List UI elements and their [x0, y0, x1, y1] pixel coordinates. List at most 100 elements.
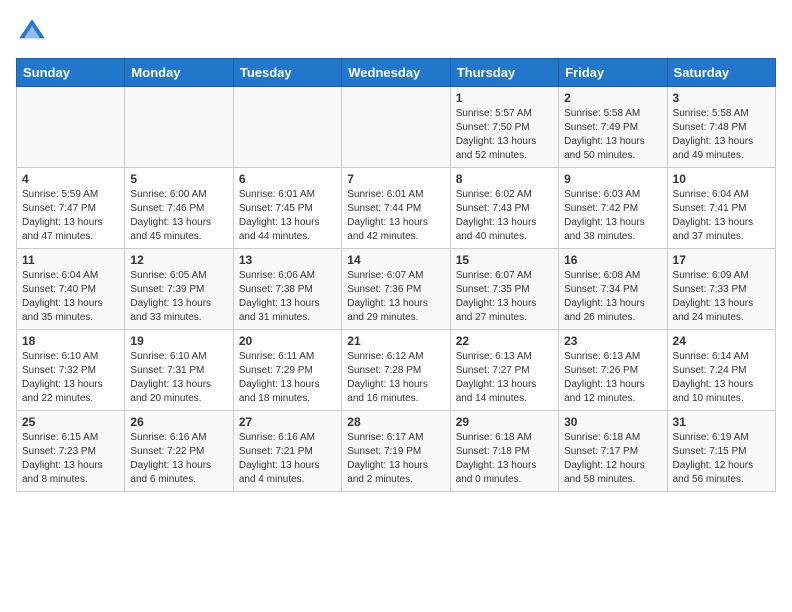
- day-info: Sunrise: 6:17 AM Sunset: 7:19 PM Dayligh…: [347, 431, 444, 487]
- day-info: Sunrise: 6:19 AM Sunset: 7:15 PM Dayligh…: [673, 431, 770, 487]
- day-info: Sunrise: 5:58 AM Sunset: 7:48 PM Dayligh…: [673, 107, 770, 163]
- calendar-cell: 9 Sunrise: 6:03 AM Sunset: 7:42 PM Daylig…: [559, 168, 667, 249]
- week-row-4: 18 Sunrise: 6:10 AM Sunset: 7:32 PM Dayli…: [17, 330, 776, 411]
- day-info: Sunrise: 6:18 AM Sunset: 7:18 PM Dayligh…: [456, 431, 553, 487]
- day-info: Sunrise: 6:13 AM Sunset: 7:27 PM Dayligh…: [456, 350, 553, 406]
- page-header: [16, 16, 776, 48]
- day-number: 28: [347, 415, 444, 429]
- day-info: Sunrise: 6:08 AM Sunset: 7:34 PM Dayligh…: [564, 269, 661, 325]
- day-info: Sunrise: 6:03 AM Sunset: 7:42 PM Dayligh…: [564, 188, 661, 244]
- day-number: 11: [22, 253, 119, 267]
- day-number: 27: [239, 415, 336, 429]
- calendar-cell: 28 Sunrise: 6:17 AM Sunset: 7:19 PM Dayli…: [342, 411, 450, 492]
- calendar-cell: 24 Sunrise: 6:14 AM Sunset: 7:24 PM Dayli…: [667, 330, 775, 411]
- calendar-cell: [125, 87, 233, 168]
- day-info: Sunrise: 6:16 AM Sunset: 7:21 PM Dayligh…: [239, 431, 336, 487]
- day-info: Sunrise: 5:59 AM Sunset: 7:47 PM Dayligh…: [22, 188, 119, 244]
- day-number: 20: [239, 334, 336, 348]
- calendar-cell: 18 Sunrise: 6:10 AM Sunset: 7:32 PM Dayli…: [17, 330, 125, 411]
- calendar-cell: 31 Sunrise: 6:19 AM Sunset: 7:15 PM Dayli…: [667, 411, 775, 492]
- calendar-cell: 7Sunrise: 6:01 AM Sunset: 7:44 PM Daylig…: [342, 168, 450, 249]
- day-info: Sunrise: 6:00 AM Sunset: 7:46 PM Dayligh…: [130, 188, 227, 244]
- header-row: SundayMondayTuesdayWednesdayThursdayFrid…: [17, 59, 776, 87]
- calendar-cell: 15Sunrise: 6:07 AM Sunset: 7:35 PM Dayli…: [450, 249, 558, 330]
- week-row-5: 25 Sunrise: 6:15 AM Sunset: 7:23 PM Dayli…: [17, 411, 776, 492]
- day-number: 25: [22, 415, 119, 429]
- calendar-cell: 27 Sunrise: 6:16 AM Sunset: 7:21 PM Dayli…: [233, 411, 341, 492]
- calendar-cell: 12Sunrise: 6:05 AM Sunset: 7:39 PM Dayli…: [125, 249, 233, 330]
- day-number: 12: [130, 253, 227, 267]
- calendar-cell: 1 Sunrise: 5:57 AM Sunset: 7:50 PM Daylig…: [450, 87, 558, 168]
- day-number: 9: [564, 172, 661, 186]
- column-header-monday: Monday: [125, 59, 233, 87]
- column-header-tuesday: Tuesday: [233, 59, 341, 87]
- day-number: 22: [456, 334, 553, 348]
- calendar-cell: 2 Sunrise: 5:58 AM Sunset: 7:49 PM Daylig…: [559, 87, 667, 168]
- day-number: 24: [673, 334, 770, 348]
- calendar-cell: 8Sunrise: 6:02 AM Sunset: 7:43 PM Daylig…: [450, 168, 558, 249]
- day-number: 14: [347, 253, 444, 267]
- day-info: Sunrise: 6:18 AM Sunset: 7:17 PM Dayligh…: [564, 431, 661, 487]
- day-info: Sunrise: 6:01 AM Sunset: 7:44 PM Dayligh…: [347, 188, 444, 244]
- day-number: 19: [130, 334, 227, 348]
- day-info: Sunrise: 6:16 AM Sunset: 7:22 PM Dayligh…: [130, 431, 227, 487]
- calendar-cell: 30 Sunrise: 6:18 AM Sunset: 7:17 PM Dayli…: [559, 411, 667, 492]
- calendar-cell: [17, 87, 125, 168]
- day-number: 31: [673, 415, 770, 429]
- day-number: 16: [564, 253, 661, 267]
- logo-icon: [16, 16, 48, 48]
- day-info: Sunrise: 6:04 AM Sunset: 7:40 PM Dayligh…: [22, 269, 119, 325]
- calendar-cell: 26 Sunrise: 6:16 AM Sunset: 7:22 PM Dayli…: [125, 411, 233, 492]
- week-row-1: 1 Sunrise: 5:57 AM Sunset: 7:50 PM Daylig…: [17, 87, 776, 168]
- day-info: Sunrise: 6:14 AM Sunset: 7:24 PM Dayligh…: [673, 350, 770, 406]
- day-info: Sunrise: 6:07 AM Sunset: 7:35 PM Dayligh…: [456, 269, 553, 325]
- day-number: 8: [456, 172, 553, 186]
- calendar-cell: 19 Sunrise: 6:10 AM Sunset: 7:31 PM Dayli…: [125, 330, 233, 411]
- day-number: 10: [673, 172, 770, 186]
- day-number: 1: [456, 91, 553, 105]
- calendar-cell: 25 Sunrise: 6:15 AM Sunset: 7:23 PM Dayli…: [17, 411, 125, 492]
- column-header-saturday: Saturday: [667, 59, 775, 87]
- calendar-cell: 23 Sunrise: 6:13 AM Sunset: 7:26 PM Dayli…: [559, 330, 667, 411]
- day-info: Sunrise: 6:10 AM Sunset: 7:32 PM Dayligh…: [22, 350, 119, 406]
- day-number: 13: [239, 253, 336, 267]
- day-number: 2: [564, 91, 661, 105]
- day-number: 30: [564, 415, 661, 429]
- column-header-thursday: Thursday: [450, 59, 558, 87]
- day-info: Sunrise: 6:01 AM Sunset: 7:45 PM Dayligh…: [239, 188, 336, 244]
- logo: [16, 16, 52, 48]
- day-number: 26: [130, 415, 227, 429]
- calendar-cell: 20 Sunrise: 6:11 AM Sunset: 7:29 PM Dayli…: [233, 330, 341, 411]
- calendar-cell: 17Sunrise: 6:09 AM Sunset: 7:33 PM Dayli…: [667, 249, 775, 330]
- day-number: 18: [22, 334, 119, 348]
- calendar-cell: 22 Sunrise: 6:13 AM Sunset: 7:27 PM Dayli…: [450, 330, 558, 411]
- calendar-cell: 29Sunrise: 6:18 AM Sunset: 7:18 PM Dayli…: [450, 411, 558, 492]
- day-number: 17: [673, 253, 770, 267]
- calendar-cell: 14 Sunrise: 6:07 AM Sunset: 7:36 PM Dayli…: [342, 249, 450, 330]
- day-number: 4: [22, 172, 119, 186]
- calendar-cell: [233, 87, 341, 168]
- day-info: Sunrise: 6:15 AM Sunset: 7:23 PM Dayligh…: [22, 431, 119, 487]
- calendar-table: SundayMondayTuesdayWednesdayThursdayFrid…: [16, 58, 776, 492]
- day-info: Sunrise: 5:57 AM Sunset: 7:50 PM Dayligh…: [456, 107, 553, 163]
- day-number: 3: [673, 91, 770, 105]
- day-info: Sunrise: 5:58 AM Sunset: 7:49 PM Dayligh…: [564, 107, 661, 163]
- day-info: Sunrise: 6:10 AM Sunset: 7:31 PM Dayligh…: [130, 350, 227, 406]
- calendar-cell: 4 Sunrise: 5:59 AM Sunset: 7:47 PM Daylig…: [17, 168, 125, 249]
- day-info: Sunrise: 6:07 AM Sunset: 7:36 PM Dayligh…: [347, 269, 444, 325]
- calendar-cell: 13Sunrise: 6:06 AM Sunset: 7:38 PM Dayli…: [233, 249, 341, 330]
- day-number: 21: [347, 334, 444, 348]
- calendar-cell: 21Sunrise: 6:12 AM Sunset: 7:28 PM Dayli…: [342, 330, 450, 411]
- column-header-sunday: Sunday: [17, 59, 125, 87]
- week-row-3: 11 Sunrise: 6:04 AM Sunset: 7:40 PM Dayli…: [17, 249, 776, 330]
- day-info: Sunrise: 6:11 AM Sunset: 7:29 PM Dayligh…: [239, 350, 336, 406]
- day-number: 5: [130, 172, 227, 186]
- day-info: Sunrise: 6:13 AM Sunset: 7:26 PM Dayligh…: [564, 350, 661, 406]
- calendar-cell: 11 Sunrise: 6:04 AM Sunset: 7:40 PM Dayli…: [17, 249, 125, 330]
- calendar-cell: 10Sunrise: 6:04 AM Sunset: 7:41 PM Dayli…: [667, 168, 775, 249]
- calendar-cell: 3 Sunrise: 5:58 AM Sunset: 7:48 PM Daylig…: [667, 87, 775, 168]
- calendar-cell: 5 Sunrise: 6:00 AM Sunset: 7:46 PM Daylig…: [125, 168, 233, 249]
- day-number: 23: [564, 334, 661, 348]
- day-number: 6: [239, 172, 336, 186]
- calendar-cell: [342, 87, 450, 168]
